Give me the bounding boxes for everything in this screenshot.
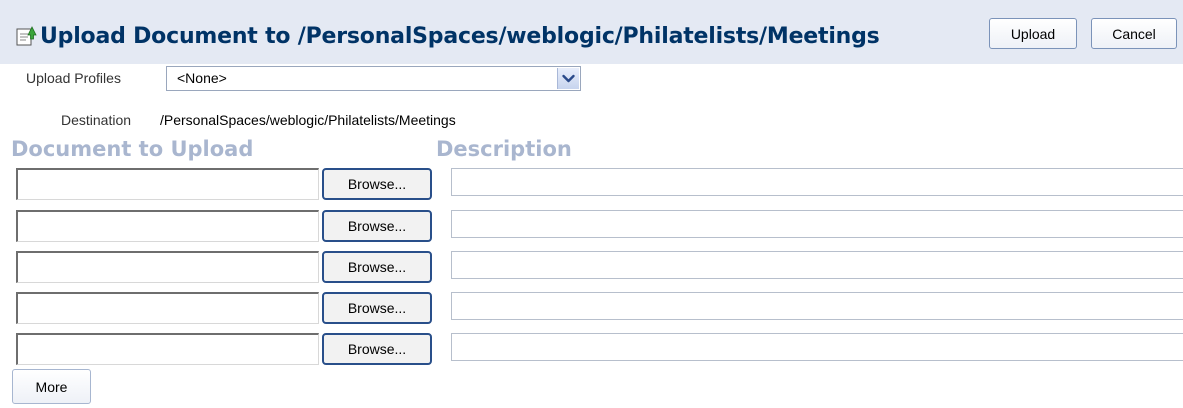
page-title: Upload Document to /PersonalSpaces/weblo…: [40, 23, 880, 49]
browse-button[interactable]: Browse...: [322, 251, 432, 283]
file-path-field[interactable]: [16, 333, 319, 365]
description-field[interactable]: [451, 292, 1183, 320]
upload-profiles-select[interactable]: <None>: [166, 66, 581, 91]
description-field[interactable]: [451, 168, 1183, 196]
browse-button[interactable]: Browse...: [322, 168, 432, 200]
upload-profiles-value: <None>: [177, 70, 227, 86]
file-path-field[interactable]: [16, 251, 319, 283]
upload-row: Browse...: [0, 251, 1183, 285]
upload-button[interactable]: Upload: [989, 18, 1077, 49]
file-path-field[interactable]: [16, 210, 319, 242]
upload-profiles-label: Upload Profiles: [26, 70, 121, 86]
file-path-field[interactable]: [16, 292, 319, 324]
destination-label: Destination: [61, 112, 132, 128]
chevron-down-icon: [562, 74, 575, 83]
browse-button[interactable]: Browse...: [322, 333, 432, 365]
browse-button[interactable]: Browse...: [322, 292, 432, 324]
header-bar: Upload Document to /PersonalSpaces/weblo…: [0, 0, 1183, 64]
more-button[interactable]: More: [12, 369, 91, 404]
browse-button[interactable]: Browse...: [322, 210, 432, 242]
file-path-field[interactable]: [16, 168, 319, 200]
description-field[interactable]: [451, 251, 1183, 279]
document-to-upload-heading: Document to Upload: [11, 137, 254, 161]
description-field[interactable]: [451, 333, 1183, 361]
upload-document-icon: [16, 26, 37, 46]
destination-value: /PersonalSpaces/weblogic/Philatelists/Me…: [160, 112, 456, 128]
upload-row: Browse...: [0, 210, 1183, 244]
description-heading: Description: [436, 137, 572, 161]
upload-row: Browse...: [0, 333, 1183, 367]
description-field[interactable]: [451, 210, 1183, 238]
dropdown-button[interactable]: [557, 68, 579, 89]
cancel-button[interactable]: Cancel: [1091, 18, 1177, 49]
upload-row: Browse...: [0, 292, 1183, 326]
upload-row: Browse...: [0, 168, 1183, 202]
page-title-area: Upload Document to /PersonalSpaces/weblo…: [15, 21, 880, 51]
